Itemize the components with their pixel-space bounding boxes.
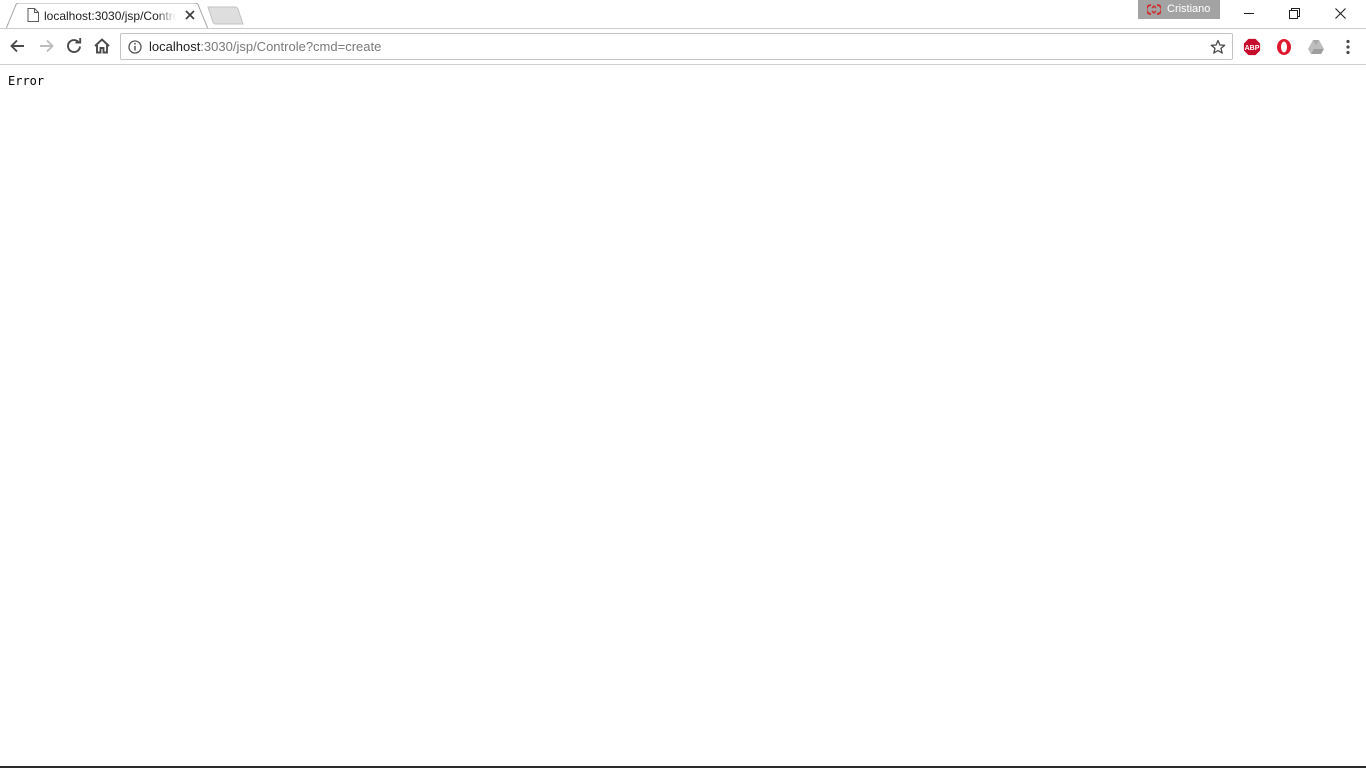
kebab-menu-icon: [1346, 39, 1350, 55]
browser-window: localhost:3030/jsp/Controle?cmd=create: [0, 0, 1366, 768]
adblock-plus-icon: ABP: [1243, 38, 1261, 56]
address-bar[interactable]: localhost:3030/jsp/Controle?cmd=create: [120, 33, 1233, 60]
close-icon[interactable]: [183, 8, 197, 22]
forward-button[interactable]: [34, 34, 58, 58]
url-host: localhost: [149, 39, 201, 54]
minimize-icon: [1244, 13, 1254, 14]
incognito-sync-icon: [1145, 3, 1163, 16]
profile-name: Cristiano: [1167, 3, 1211, 15]
restore-icon: [1289, 8, 1300, 19]
profile-button[interactable]: Cristiano: [1138, 0, 1220, 19]
page-icon: [27, 8, 39, 22]
tab-active[interactable]: localhost:3030/jsp/Controle?cmd=create: [6, 3, 210, 29]
svg-text:ABP: ABP: [1245, 45, 1260, 52]
home-button[interactable]: [90, 34, 114, 58]
page-body-text: Error: [8, 74, 45, 88]
url-path: :3030/jsp/Controle?cmd=create: [200, 39, 382, 54]
google-drive-button[interactable]: [1307, 38, 1325, 56]
forward-arrow-icon: [40, 39, 54, 53]
page-viewport: Error: [0, 65, 1366, 766]
back-arrow-icon: [10, 39, 24, 53]
opera-button[interactable]: [1275, 38, 1293, 56]
opera-icon: [1277, 39, 1291, 55]
google-drive-icon: [1308, 40, 1324, 54]
browser-menu-button[interactable]: [1340, 38, 1356, 56]
minimize-button[interactable]: [1227, 0, 1272, 27]
home-icon: [94, 38, 110, 54]
tab-strip: localhost:3030/jsp/Controle?cmd=create: [0, 0, 1366, 29]
star-icon[interactable]: [1210, 39, 1226, 55]
info-icon[interactable]: [128, 40, 142, 54]
new-tab-button[interactable]: [207, 6, 245, 25]
adblock-plus-button[interactable]: ABP: [1243, 38, 1261, 56]
tab-title: localhost:3030/jsp/Controle?cmd=create: [44, 9, 176, 23]
restore-button[interactable]: [1272, 0, 1317, 27]
close-icon: [1335, 8, 1346, 19]
reload-icon: [67, 38, 82, 53]
window-close-button[interactable]: [1318, 0, 1363, 27]
browser-toolbar: localhost:3030/jsp/Controle?cmd=create A…: [0, 28, 1366, 65]
back-button[interactable]: [6, 34, 30, 58]
reload-button[interactable]: [62, 34, 86, 58]
address-bar-url[interactable]: localhost:3030/jsp/Controle?cmd=create: [149, 38, 381, 55]
